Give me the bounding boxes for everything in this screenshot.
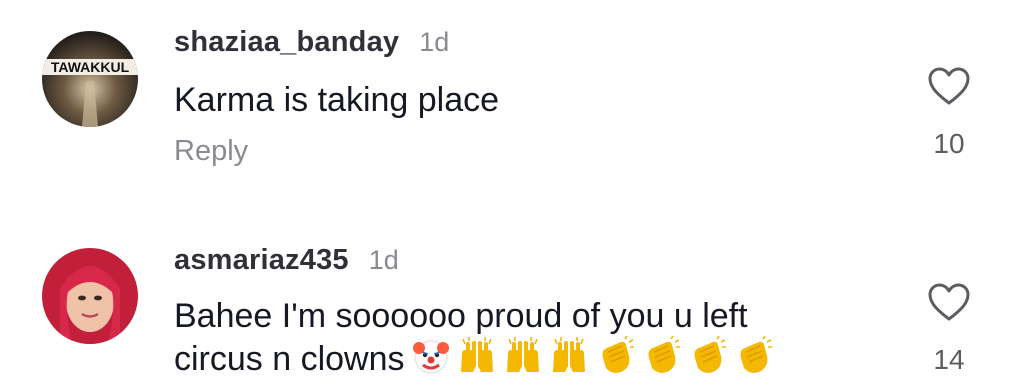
comment-text-line: Bahee I'm soooooo proud of you u left bbox=[174, 297, 748, 335]
clapping-hands-icon bbox=[641, 336, 681, 376]
raising-hands-icon bbox=[503, 336, 543, 376]
comment-text: Karma is taking place bbox=[174, 81, 500, 119]
username[interactable]: asmariaz435 bbox=[174, 244, 349, 277]
username[interactable]: shaziaa_banday bbox=[174, 26, 399, 59]
clapping-hands-icon bbox=[733, 336, 773, 376]
raising-hands-icon bbox=[457, 336, 497, 376]
comment-text: Bahee I'm soooooo proud of you u left ci… bbox=[174, 296, 874, 379]
clapping-hands-icon bbox=[595, 336, 635, 376]
like-count: 10 bbox=[933, 128, 965, 159]
clown-face-icon bbox=[411, 336, 451, 376]
heart-icon[interactable] bbox=[927, 66, 971, 106]
heart-icon[interactable] bbox=[927, 282, 971, 322]
like-button[interactable]: 10 bbox=[924, 66, 974, 160]
like-button[interactable]: 14 bbox=[924, 282, 974, 376]
timestamp: 1d bbox=[419, 27, 450, 57]
comment-text-fragment: circus n clowns bbox=[174, 340, 405, 378]
emoji-row bbox=[411, 336, 779, 376]
timestamp: 1d bbox=[368, 245, 399, 275]
comment-item: TAWAKKUL shaziaa_banday 1d Karma is taki… bbox=[0, 0, 1024, 200]
comment-header: asmariaz435 1d bbox=[174, 244, 399, 277]
reply-button[interactable]: Reply bbox=[174, 135, 248, 168]
comment-text-line: circus n clowns bbox=[174, 336, 874, 379]
like-count: 14 bbox=[933, 344, 965, 375]
comment-item: asmariaz435 1d Bahee I'm soooooo proud o… bbox=[0, 216, 1024, 389]
avatar[interactable]: TAWAKKUL bbox=[42, 31, 138, 127]
avatar-logo-text: TAWAKKUL bbox=[51, 59, 130, 75]
comment-header: shaziaa_banday 1d bbox=[174, 26, 449, 59]
raising-hands-icon bbox=[549, 336, 589, 376]
avatar[interactable] bbox=[42, 248, 138, 344]
clapping-hands-icon bbox=[687, 336, 727, 376]
